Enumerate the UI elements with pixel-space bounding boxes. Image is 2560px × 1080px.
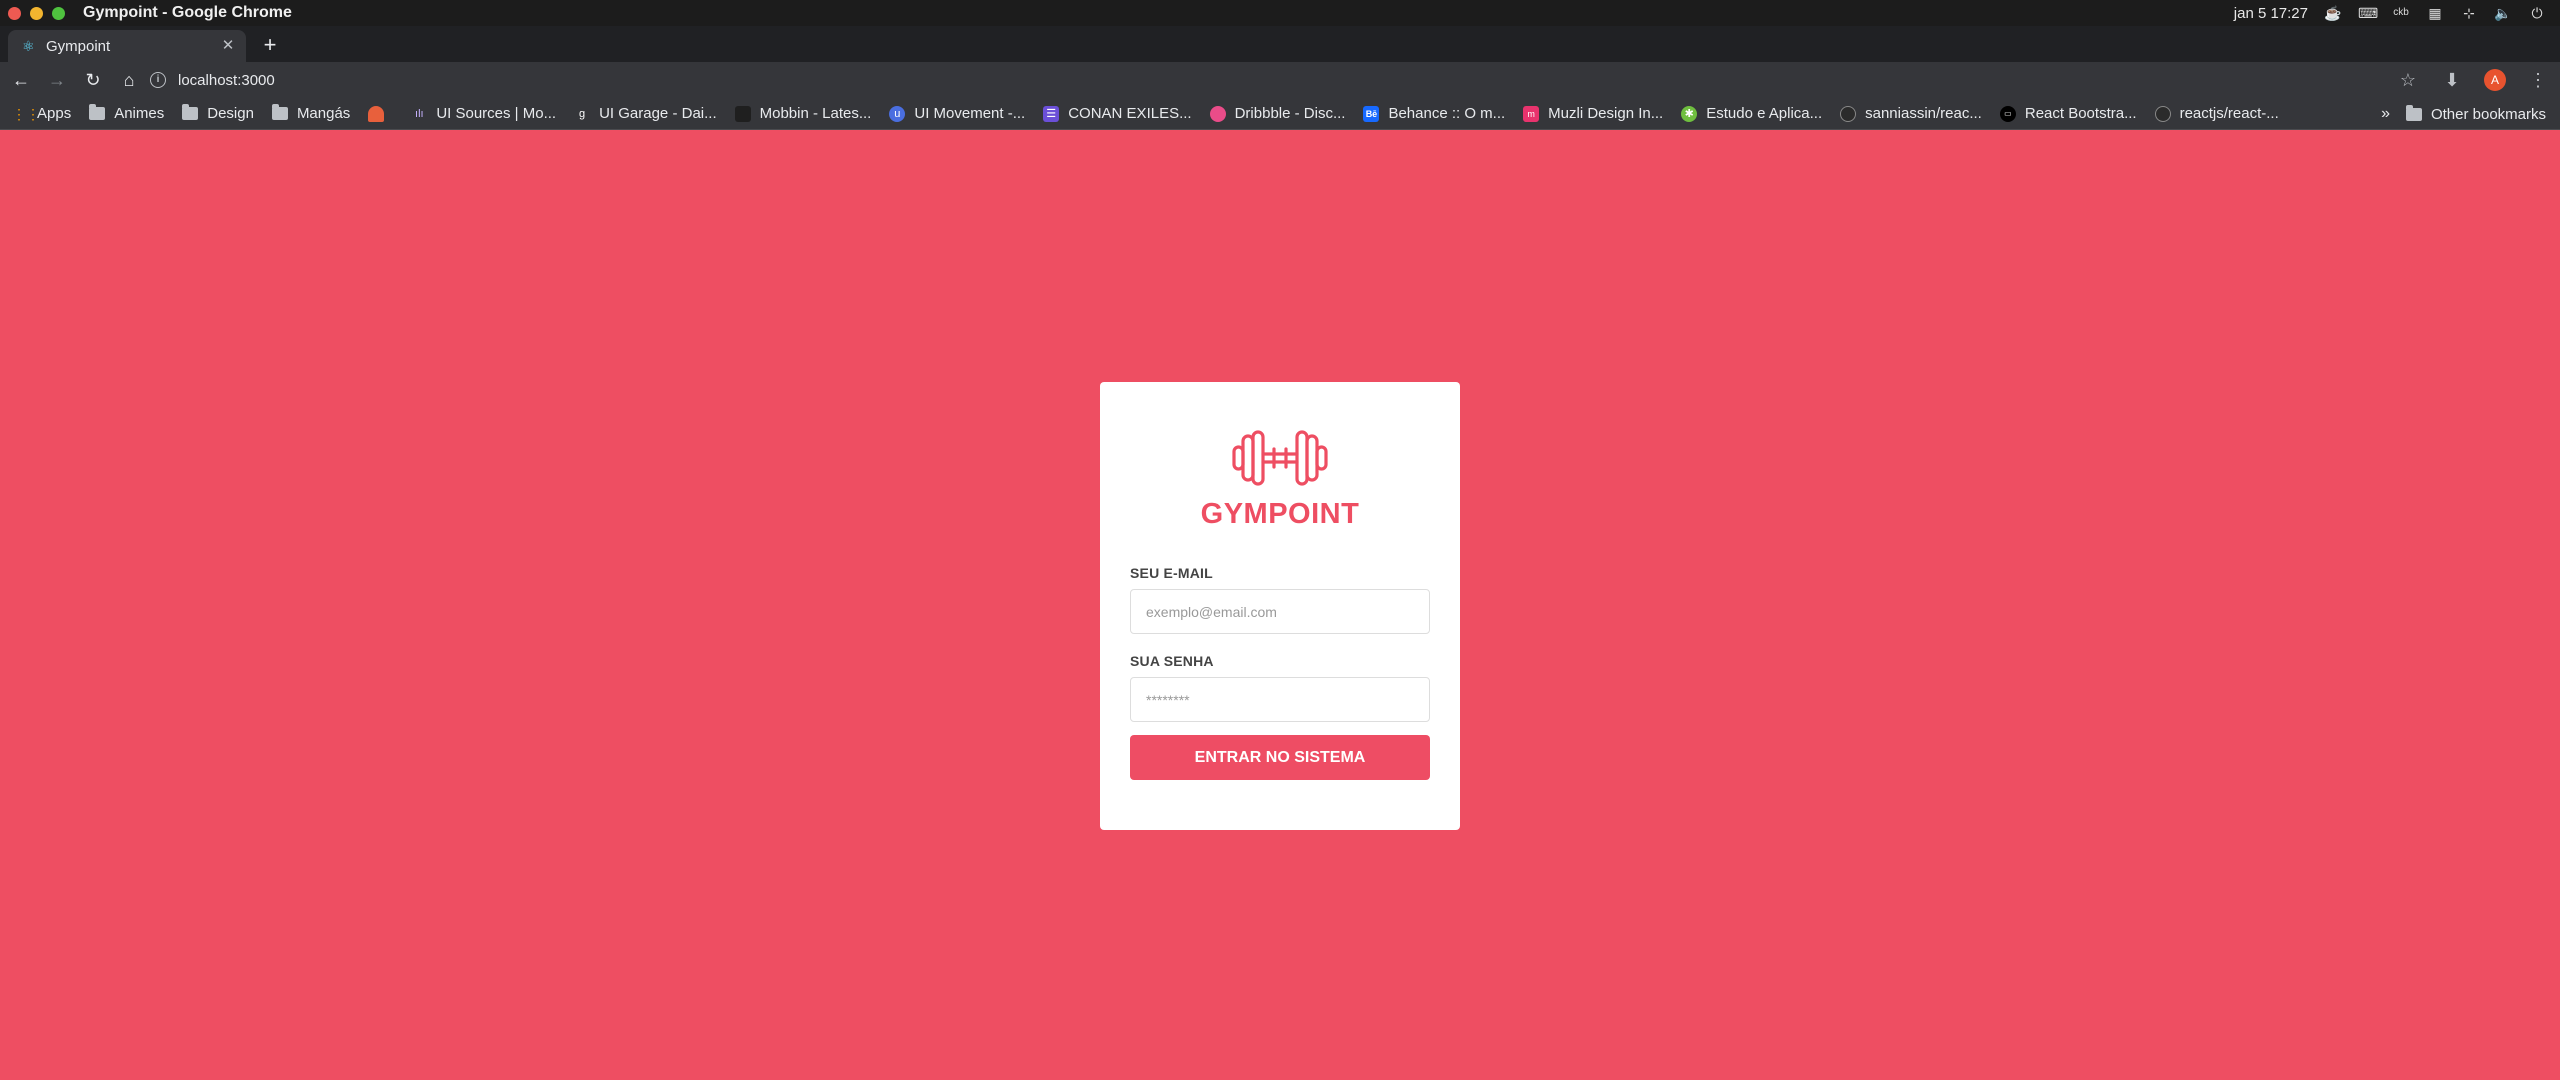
bookmark-apps[interactable]: ⋮⋮ Apps <box>12 105 71 122</box>
brand-title: GYMPOINT <box>1200 498 1360 530</box>
bookmark-label: Dribbble - Disc... <box>1234 105 1346 122</box>
bookmark-folder-animes[interactable]: Animes <box>89 104 165 122</box>
tab-strip: ⚛ Gympoint ✕ + <box>0 26 2560 62</box>
bookmark-label: Animes <box>114 105 165 122</box>
email-field[interactable] <box>1130 589 1430 634</box>
bookmark-star-icon[interactable]: ☆ <box>2396 65 2420 95</box>
window-title: Gympoint - Google Chrome <box>83 4 292 21</box>
github-icon <box>2154 105 2171 122</box>
bookmark-label: reactjs/react-... <box>2179 105 2279 122</box>
site-favicon: u <box>889 105 906 122</box>
site-favicon: ılı <box>415 107 424 120</box>
folder-icon <box>182 104 199 120</box>
site-favicon: ▭ <box>1999 105 2016 122</box>
dribbble-icon <box>1209 105 1226 122</box>
bookmark-label: Design <box>207 105 254 122</box>
bookmark-ui-garage[interactable]: ɡ UI Garage - Dai... <box>574 105 717 122</box>
bookmarks-bar: ⋮⋮ Apps Animes Design Mangás ılı UI Sour… <box>0 98 2560 130</box>
site-favicon: ✱ <box>1681 105 1698 122</box>
url-text[interactable]: localhost:3000 <box>178 72 275 89</box>
system-tray: jan 5 17:27 ☕ ⌨ ckb ▦ ⊹ 🔈 ⏻ <box>2234 0 2546 26</box>
maximize-window-button[interactable] <box>52 6 65 20</box>
login-submit-button[interactable]: ENTRAR NO SISTEMA <box>1130 735 1430 780</box>
other-bookmarks-folder[interactable]: Other bookmarks <box>2405 98 2546 130</box>
menu-kebab-icon[interactable]: ⋮ <box>2526 65 2550 95</box>
info-icon[interactable]: i <box>150 72 166 88</box>
site-favicon <box>734 105 751 122</box>
behance-icon: Bē <box>1363 105 1380 122</box>
other-bookmarks-label: Other bookmarks <box>2430 105 2546 123</box>
bookmark-label: UI Movement -... <box>914 105 1026 122</box>
bookmark-label: Mangás <box>296 105 351 122</box>
bookmark-ui-movement[interactable]: u UI Movement -... <box>889 105 1025 122</box>
site-favicon: m <box>1523 105 1540 122</box>
coffee-icon[interactable]: ☕ <box>2324 5 2342 21</box>
reload-button[interactable]: ↻ <box>78 65 108 95</box>
keyboard-layout-icon[interactable]: ckb <box>2392 5 2410 21</box>
dumbbell-logo-icon <box>1232 430 1328 486</box>
github-icon <box>1840 105 1857 122</box>
forward-button[interactable]: → <box>42 65 72 95</box>
password-field[interactable] <box>1130 677 1430 722</box>
folder-icon <box>89 104 106 120</box>
extension-icon[interactable]: ⬇ <box>2440 65 2464 95</box>
minimize-window-button[interactable] <box>30 6 43 20</box>
site-favicon: ɡ <box>579 107 586 120</box>
new-tab-button[interactable]: + <box>256 32 284 60</box>
react-icon: ⚛ <box>22 38 35 54</box>
toolbar-actions: ☆ ⬇ A ⋮ <box>2396 65 2550 95</box>
bookmark-label: Estudo e Aplica... <box>1706 105 1823 122</box>
site-favicon: ☰ <box>1043 105 1060 122</box>
site-favicon <box>368 105 385 122</box>
bookmark-reactjs[interactable]: reactjs/react-... <box>2154 105 2279 122</box>
grid-icon[interactable]: ▦ <box>2426 5 2444 21</box>
tab-gympoint[interactable]: ⚛ Gympoint ✕ <box>8 30 246 62</box>
bookmark-behance[interactable]: Bē Behance :: O m... <box>1363 105 1505 122</box>
close-tab-icon[interactable]: ✕ <box>218 36 238 56</box>
os-top-bar: Gympoint - Google Chrome jan 5 17:27 ☕ ⌨… <box>0 0 2560 26</box>
folder-icon <box>271 104 288 120</box>
apps-grid-icon: ⋮⋮ <box>12 105 40 122</box>
bookmark-muzli[interactable]: m Muzli Design In... <box>1523 105 1663 122</box>
bookmark-react-bootstrap[interactable]: ▭ React Bootstra... <box>1999 105 2137 122</box>
bookmark-sanniassin[interactable]: sanniassin/reac... <box>1840 105 1982 122</box>
bookmark-label: CONAN EXILES... <box>1068 105 1192 122</box>
bookmark-dribbble[interactable]: Dribbble - Disc... <box>1209 105 1346 122</box>
keyboard-icon[interactable]: ⌨ <box>2358 5 2378 21</box>
more-bookmarks-chevron-icon[interactable]: » <box>2381 98 2390 130</box>
back-button[interactable]: ← <box>6 65 36 95</box>
password-label: SUA SENHA <box>1130 653 1214 669</box>
browser-toolbar: ← → ↻ ⌂ i localhost:3000 ☆ ⬇ A ⋮ <box>0 62 2560 98</box>
bookmark-ui-sources[interactable]: ılı UI Sources | Mo... <box>411 105 556 122</box>
folder-icon <box>2405 104 2422 121</box>
close-window-button[interactable] <box>8 6 21 20</box>
address-bar[interactable]: i localhost:3000 <box>140 66 2390 94</box>
window-controls <box>8 6 65 20</box>
avatar[interactable]: A <box>2484 69 2506 91</box>
network-icon[interactable]: ⊹ <box>2460 5 2478 21</box>
bookmark-folder-mangas[interactable]: Mangás <box>271 104 351 122</box>
bookmark-conan-exiles[interactable]: ☰ CONAN EXILES... <box>1043 105 1192 122</box>
bookmark-label: Muzli Design In... <box>1548 105 1664 122</box>
bookmark-mobbin[interactable]: Mobbin - Lates... <box>734 105 872 122</box>
clock[interactable]: jan 5 17:27 <box>2234 5 2308 22</box>
bookmark-label: Apps <box>37 105 72 122</box>
bookmark-folder-design[interactable]: Design <box>182 104 254 122</box>
tab-title: Gympoint <box>46 37 111 55</box>
bookmark-icon-only[interactable] <box>368 105 393 122</box>
bookmark-label: Behance :: O m... <box>1388 105 1506 122</box>
bookmark-label: UI Garage - Dai... <box>599 105 717 122</box>
email-label: SEU E-MAIL <box>1130 565 1213 581</box>
bookmark-label: Mobbin - Lates... <box>759 105 872 122</box>
bookmark-estudo[interactable]: ✱ Estudo e Aplica... <box>1681 105 1822 122</box>
login-card: GYMPOINT SEU E-MAIL SUA SENHA ENTRAR NO … <box>1100 382 1460 830</box>
volume-icon[interactable]: 🔈 <box>2494 5 2512 21</box>
bookmark-label: React Bootstra... <box>2024 105 2137 122</box>
bookmark-label: UI Sources | Mo... <box>436 105 557 122</box>
bookmark-label: sanniassin/reac... <box>1865 105 1982 122</box>
power-icon[interactable]: ⏻ <box>2528 5 2546 21</box>
